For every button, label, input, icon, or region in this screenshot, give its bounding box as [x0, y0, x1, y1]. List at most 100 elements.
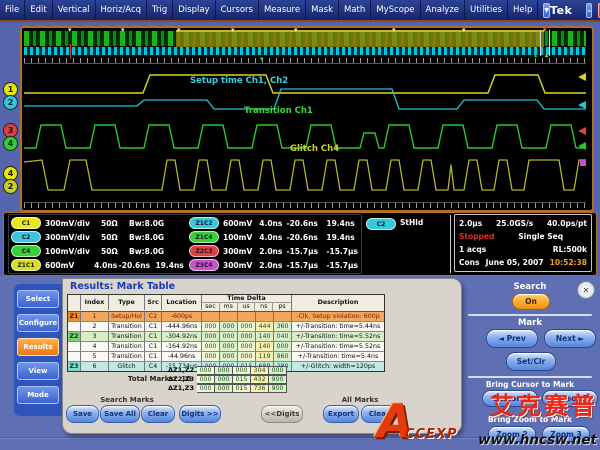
horizontal-ruler — [24, 202, 586, 208]
channel-marker-4[interactable]: 4 — [3, 136, 18, 151]
menu-item-help[interactable]: Help — [508, 0, 538, 20]
save-button[interactable]: Save — [66, 405, 99, 423]
delta-cell — [256, 312, 274, 321]
menu-overflow-button[interactable]: ▼ — [543, 3, 550, 18]
channel-badge-z2c3[interactable]: Z2C3 — [189, 245, 219, 257]
ch2-ref-arrow-icon — [578, 101, 586, 109]
acq-status: Stopped — [459, 232, 494, 241]
src-cell: C2 — [145, 312, 162, 321]
table-row: Z23TransitionC1-304.92ns000000000140040+… — [68, 332, 384, 342]
delta-value-cell: 000 — [197, 375, 215, 384]
sidebar-item-mode[interactable]: Mode — [17, 386, 59, 404]
zoom-marker-icon[interactable]: ▾ — [294, 27, 298, 34]
menu-item-mask[interactable]: Mask — [306, 0, 339, 20]
channel-badge-z3c4[interactable]: Z3C4 — [189, 259, 219, 271]
sidebar-item-configure[interactable]: Configure — [17, 314, 59, 332]
zoom-edge-line — [549, 30, 550, 56]
mark-cell — [68, 342, 81, 351]
delta-cell — [238, 312, 256, 321]
menu-item-edit[interactable]: Edit — [25, 0, 52, 20]
readout-value: 300mV/div — [45, 219, 101, 228]
description-cell: +/-Transition: time=5.52ns — [292, 332, 384, 341]
trigger-marker-icon[interactable]: ▾ — [543, 27, 547, 34]
minimize-button[interactable]: – — [586, 3, 592, 18]
channel-badge-z1c1[interactable]: Z1C1 — [11, 259, 41, 271]
readout-value: Bw:8.0G — [129, 233, 171, 242]
menu-item-analyze[interactable]: Analyze — [421, 0, 466, 20]
cursor-1-button[interactable]: Cursor 1 — [482, 390, 538, 407]
zoom-marker-icon[interactable]: ▾ — [392, 27, 396, 34]
sidebar-item-select[interactable]: Select — [17, 290, 59, 308]
next-mark-button[interactable]: Next ► — [544, 329, 596, 348]
zoom-marker-icon[interactable]: ▾ — [68, 27, 72, 34]
sidebar-item-view[interactable]: View — [17, 362, 59, 380]
type-cell: Transition — [109, 332, 145, 341]
delta-value-cell: 432 — [251, 375, 269, 384]
delta-cell: 140 — [256, 332, 274, 341]
close-panel-button[interactable]: ✕ — [577, 281, 595, 299]
zoom-marker-icon[interactable]: ▾ — [231, 27, 235, 34]
menu-item-cursors[interactable]: Cursors — [216, 0, 259, 20]
channel-badge-z1c2[interactable]: Z1C2 — [189, 217, 219, 229]
record-length: RL:500k — [553, 245, 587, 254]
description-cell: +/-Transition: time=5.44ns — [292, 322, 384, 331]
annotation-glitch: Glitch Ch4 — [290, 144, 339, 154]
index-cell: 3 — [81, 332, 109, 341]
delta-cell: 000 — [220, 332, 238, 341]
readout-value: 2.0ns — [259, 261, 286, 270]
zoom-2-button[interactable]: Zoom 2 — [488, 426, 536, 442]
channel-marker-2[interactable]: 2 — [3, 95, 18, 110]
acq-count: 1 acqs — [459, 245, 486, 254]
save-all-button[interactable]: Save All — [100, 405, 140, 423]
clear-search-marks-button[interactable]: Clear — [141, 405, 175, 423]
waveform-traces — [24, 65, 586, 205]
menu-item-myscope[interactable]: MyScope — [371, 0, 420, 20]
samplerate-readout: 25.0GS/s — [496, 219, 533, 228]
search-marks-label: Search Marks — [77, 396, 177, 404]
sidebar-item-results[interactable]: Results — [17, 338, 59, 356]
bring-cursor-label: Bring Cursor to Mark — [468, 380, 592, 389]
tek-logo: Tek — [550, 4, 572, 17]
ch4-ref-arrow-icon — [578, 142, 586, 150]
dialog-title: Results: Mark Table — [70, 281, 175, 292]
readout-value: 600mV — [223, 219, 259, 228]
menu-item-utilities[interactable]: Utilities — [465, 0, 508, 20]
menu-item-file[interactable]: File — [0, 0, 25, 20]
delta-label: ΔZ1,Z2 — [67, 366, 197, 375]
export-button[interactable]: Export — [323, 405, 359, 423]
delta-value-cell: 900 — [269, 384, 287, 393]
digits-back-button[interactable]: <<Digits — [261, 405, 303, 423]
menu-item-display[interactable]: Display — [173, 0, 215, 20]
menu-item-measure[interactable]: Measure — [259, 0, 306, 20]
menu-item-vertical[interactable]: Vertical — [53, 0, 96, 20]
channel-badge-c2[interactable]: C2 — [11, 231, 41, 243]
delta-value-cell: 000 — [215, 375, 233, 384]
search-on-button[interactable]: On — [512, 293, 550, 310]
menu-item-math[interactable]: Math — [339, 0, 371, 20]
delta-value-cell: 304 — [251, 366, 269, 375]
channel-badge-c1[interactable]: C1 — [11, 217, 41, 229]
zoom-3-button[interactable]: Zoom 3 — [542, 426, 590, 442]
readout-value: 4.0ns — [94, 261, 119, 270]
digits-forward-button[interactable]: Digits >> — [179, 405, 221, 423]
menu-item-horizacq[interactable]: Horiz/Acq — [96, 0, 148, 20]
cursor-2-button[interactable]: Cursor 2 — [542, 390, 598, 407]
clear-all-marks-button[interactable]: Clear — [361, 405, 397, 423]
menu-item-trig[interactable]: Trig — [147, 0, 173, 20]
zoom-marker-icon[interactable]: ▾ — [462, 27, 466, 34]
delta-value-cell: 015 — [233, 384, 251, 393]
channel-badge-z1c4[interactable]: Z1C4 — [189, 231, 219, 243]
zoom-marker-icon[interactable]: ▾ — [121, 27, 125, 34]
channel-badge[interactable]: C2 — [366, 218, 396, 230]
time-delta-header: Time Delta secmsusnsps — [202, 295, 292, 311]
zoom-marker-icon[interactable]: ▾ — [177, 27, 181, 34]
chevron-down-icon: ▼ — [544, 7, 549, 14]
set-clear-mark-button[interactable]: Set/Clr — [506, 352, 556, 371]
delta-cell: 000 — [202, 332, 220, 341]
delta-cell: 000 — [238, 322, 256, 331]
time-readout: 10:52:38 — [550, 258, 587, 267]
channel-marker-2[interactable]: 2 — [3, 179, 18, 194]
channel-badge-c4[interactable]: C4 — [11, 245, 41, 257]
time-delta-unit: sec — [202, 303, 220, 311]
prev-mark-button[interactable]: ◄ Prev — [486, 329, 538, 348]
